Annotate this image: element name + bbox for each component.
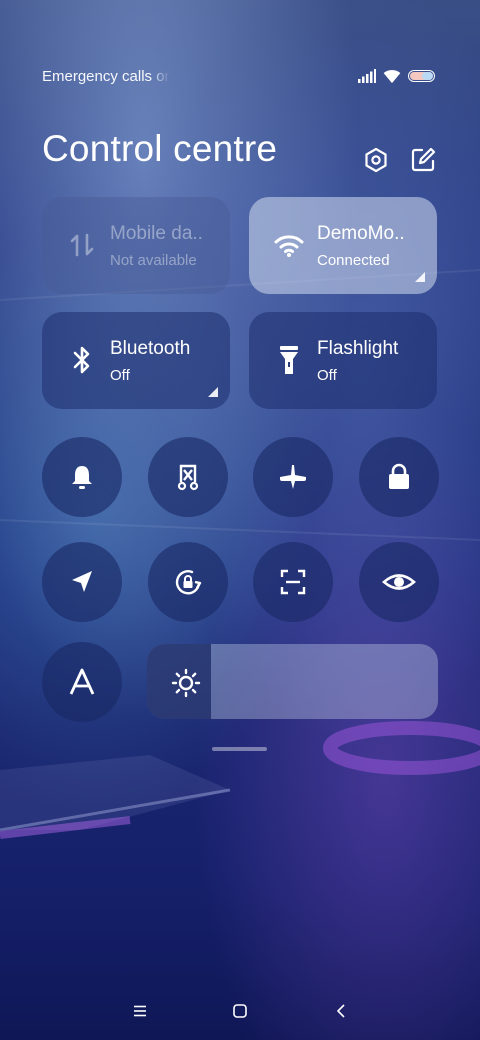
bell-icon: [72, 466, 92, 489]
back-icon: [337, 1004, 345, 1018]
edit-icon[interactable]: [409, 146, 437, 174]
lock-toggle[interactable]: [359, 437, 439, 517]
wifi-tile[interactable]: DemoMo.. Connected: [249, 197, 437, 294]
location-toggle[interactable]: [42, 542, 122, 622]
scanner-icon: [280, 569, 306, 595]
flashlight-icon: [273, 344, 305, 376]
status-bar: Emergency calls only: [42, 66, 436, 86]
font-icon: [69, 668, 95, 695]
mobile-data-status: Not available: [110, 252, 197, 269]
screenshot-toggle[interactable]: [148, 437, 228, 517]
airplane-toggle[interactable]: [253, 437, 333, 517]
bluetooth-title: Bluetooth: [110, 338, 191, 359]
eye-icon: [382, 574, 416, 590]
airplane-icon: [280, 465, 306, 489]
bluetooth-icon: [66, 344, 98, 376]
status-text: Emergency calls only: [42, 67, 170, 85]
expand-corner-icon[interactable]: [208, 387, 218, 397]
home-icon: [233, 1004, 247, 1018]
bluetooth-tile[interactable]: Bluetooth Off: [42, 312, 230, 409]
scanner-toggle[interactable]: [253, 542, 333, 622]
page-title: Control centre: [42, 128, 278, 169]
battery-icon: [408, 70, 435, 82]
navigation-bar: [0, 995, 480, 1027]
font-size-toggle[interactable]: [42, 642, 122, 722]
rotation-lock-toggle[interactable]: [148, 542, 228, 622]
signal-icon: [358, 69, 376, 83]
settings-icon[interactable]: [362, 146, 390, 174]
expand-corner-icon[interactable]: [415, 272, 425, 282]
lock-icon: [389, 463, 409, 489]
wifi-title: DemoMo..: [317, 223, 405, 244]
rotation-lock-icon: [175, 570, 202, 595]
wifi-status: Connected: [317, 252, 390, 269]
flashlight-tile[interactable]: Flashlight Off: [249, 312, 437, 409]
mobile-data-title: Mobile da..: [110, 223, 203, 244]
back-button[interactable]: [325, 995, 357, 1027]
bluetooth-status: Off: [110, 367, 130, 384]
screenshot-icon: [177, 464, 199, 491]
reading-mode-toggle[interactable]: [359, 542, 439, 622]
location-icon: [72, 571, 92, 592]
wifi-icon: [383, 69, 401, 83]
menu-icon: [134, 1005, 146, 1017]
flashlight-title: Flashlight: [317, 338, 399, 359]
flashlight-status: Off: [317, 367, 337, 384]
sound-toggle[interactable]: [42, 437, 122, 517]
wifi-icon: [273, 229, 305, 261]
mobile-data-tile[interactable]: Mobile da.. Not available: [42, 197, 230, 294]
brightness-slider[interactable]: [147, 644, 438, 719]
mobile-data-icon: [66, 229, 98, 261]
sun-icon: [171, 668, 201, 698]
drag-handle[interactable]: [212, 747, 267, 751]
home-button[interactable]: [224, 995, 256, 1027]
menu-button[interactable]: [124, 995, 156, 1027]
